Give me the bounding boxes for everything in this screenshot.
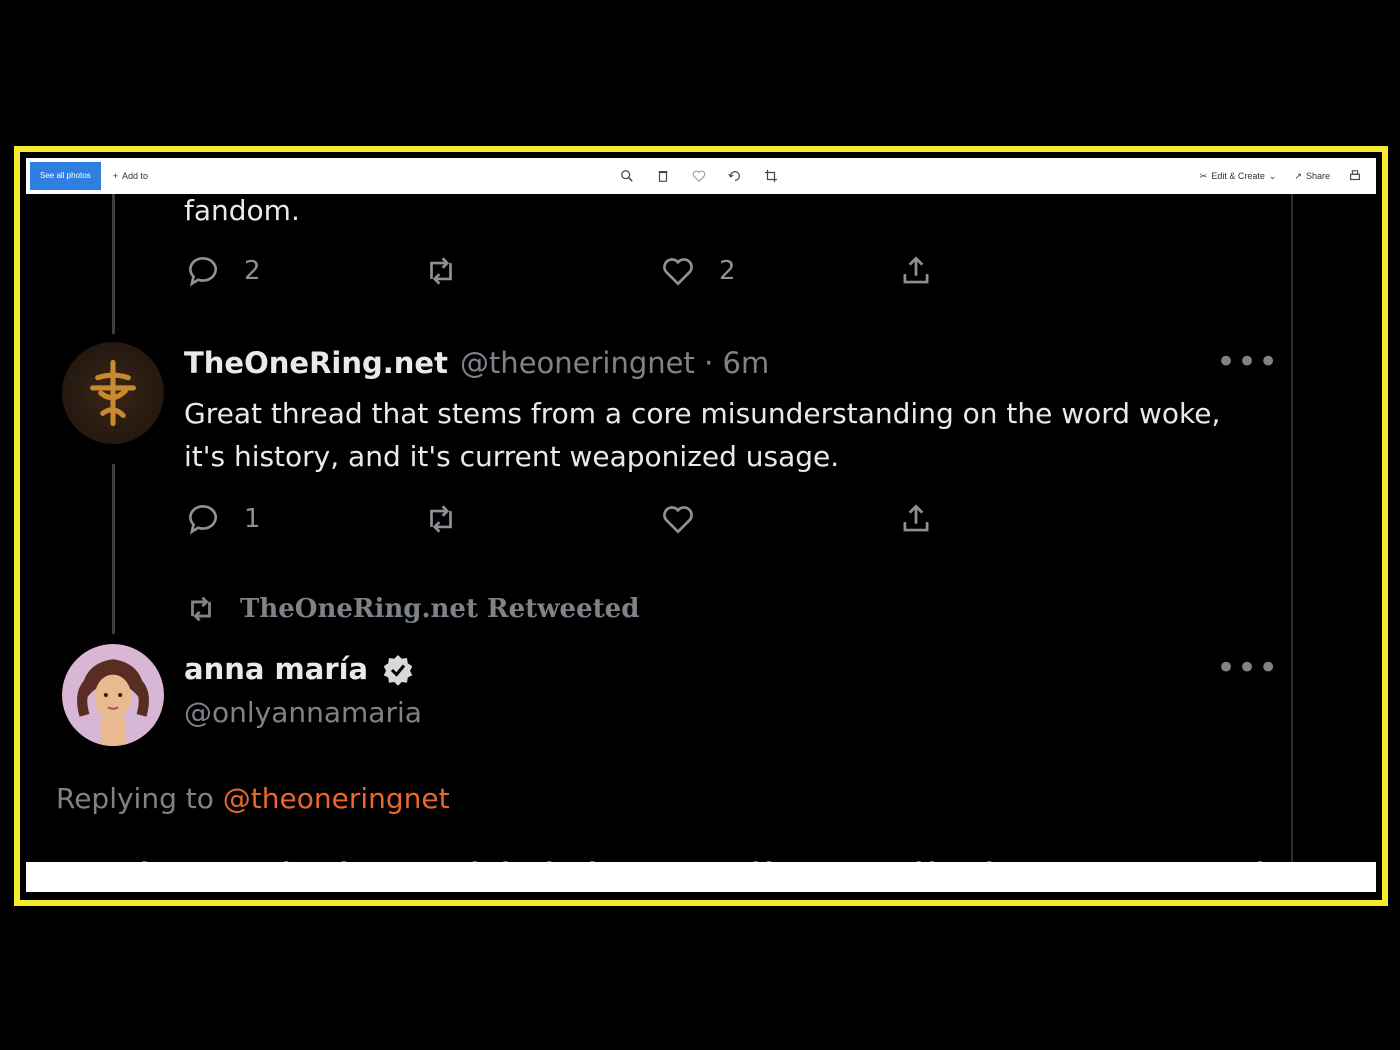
like-button[interactable]: 2 <box>659 252 897 290</box>
add-to-label: Add to <box>121 171 148 181</box>
retweeted-label: TheOneRing.net Retweeted <box>184 592 639 626</box>
retweet-icon <box>429 257 452 285</box>
retweet-button[interactable] <box>422 252 660 290</box>
retweet-button[interactable] <box>422 500 660 538</box>
prev-tweet-actions: 2 2 <box>184 252 1134 290</box>
share-icon <box>903 256 928 284</box>
edit-create-button[interactable]: ✂ Edit & Create ⌄ <box>1200 171 1277 182</box>
reply-button[interactable]: 1 <box>184 500 422 538</box>
author-name[interactable]: TheOneRing.net <box>184 346 448 380</box>
edit-icon: ✂ <box>1199 170 1208 181</box>
tweet-header: TheOneRing.net @theoneringnet · 6m <box>184 346 769 380</box>
viewer-right-tools: ✂ Edit & Create ⌄ ↗ Share <box>1200 169 1362 183</box>
share-icon <box>903 504 928 532</box>
thread-line <box>112 194 115 334</box>
like-icon <box>663 506 693 534</box>
chevron-down-icon: ⌄ <box>1268 170 1277 181</box>
add-to-button[interactable]: + Add to <box>113 171 148 181</box>
plus-icon: + <box>112 171 118 181</box>
viewer-center-tools <box>620 169 778 183</box>
verified-badge-icon <box>383 655 413 686</box>
like-count: 2 <box>719 256 736 286</box>
reply-count: 1 <box>244 504 261 534</box>
share-tweet-button[interactable] <box>897 500 1135 538</box>
retweeted-text[interactable]: TheOneRing.net Retweeted <box>240 594 639 624</box>
like-button[interactable] <box>659 500 897 538</box>
share-button[interactable]: ↗ Share <box>1294 171 1330 182</box>
author-name[interactable]: anna maría <box>184 652 368 686</box>
tolkien-monogram-icon <box>90 359 136 427</box>
illustrated-portrait-icon <box>62 644 164 746</box>
theonering-avatar[interactable] <box>62 342 164 444</box>
column-border <box>1291 194 1293 890</box>
edit-create-label: Edit & Create <box>1211 171 1265 181</box>
replying-prefix: Replying to <box>56 782 214 815</box>
reply-icon <box>188 257 217 287</box>
reply-icon <box>188 505 217 535</box>
replying-mention[interactable]: @theoneringnet <box>223 782 450 815</box>
retweet-icon <box>191 596 211 622</box>
author-handle[interactable]: @onlyannamaria <box>184 696 422 729</box>
delete-icon[interactable] <box>656 169 670 183</box>
favorite-icon[interactable] <box>692 169 706 183</box>
tweet-actions: 1 <box>184 500 1134 538</box>
like-icon <box>663 258 693 286</box>
anna-maria-avatar[interactable] <box>62 644 164 746</box>
retweet-header: anna maría <box>184 652 416 688</box>
share-tweet-button[interactable] <box>897 252 1135 290</box>
see-all-photos-button[interactable]: See all photos <box>30 162 101 190</box>
crop-icon[interactable] <box>764 169 778 183</box>
retweet-icon <box>429 505 452 533</box>
share-small-icon: ↗ <box>1294 170 1302 181</box>
viewer-bottom-bar <box>26 862 1376 892</box>
highlight-frame: See all photos + Add to ✂ Edit & Create … <box>14 146 1388 906</box>
tweet-thread: fandom. 2 2 TheOneRing.net @theoneringne… <box>26 194 1376 890</box>
prev-tweet-text: fandom. <box>184 194 300 227</box>
tweet-text: Great thread that stems from a core misu… <box>184 397 1221 473</box>
more-icon[interactable]: ••• <box>1216 342 1279 382</box>
rotate-icon[interactable] <box>728 169 742 183</box>
author-handle-time[interactable]: @theoneringnet · 6m <box>460 346 769 380</box>
print-icon[interactable] <box>1348 169 1362 183</box>
reply-count: 2 <box>244 256 261 286</box>
share-label: Share <box>1305 171 1330 181</box>
replying-to: Replying to @theoneringnet <box>56 782 450 815</box>
more-icon[interactable]: ••• <box>1216 648 1279 688</box>
thread-line <box>112 464 115 634</box>
reply-button[interactable]: 2 <box>184 252 422 290</box>
zoom-icon[interactable] <box>620 169 634 183</box>
photo-viewer-toolbar: See all photos + Add to ✂ Edit & Create … <box>26 158 1376 194</box>
